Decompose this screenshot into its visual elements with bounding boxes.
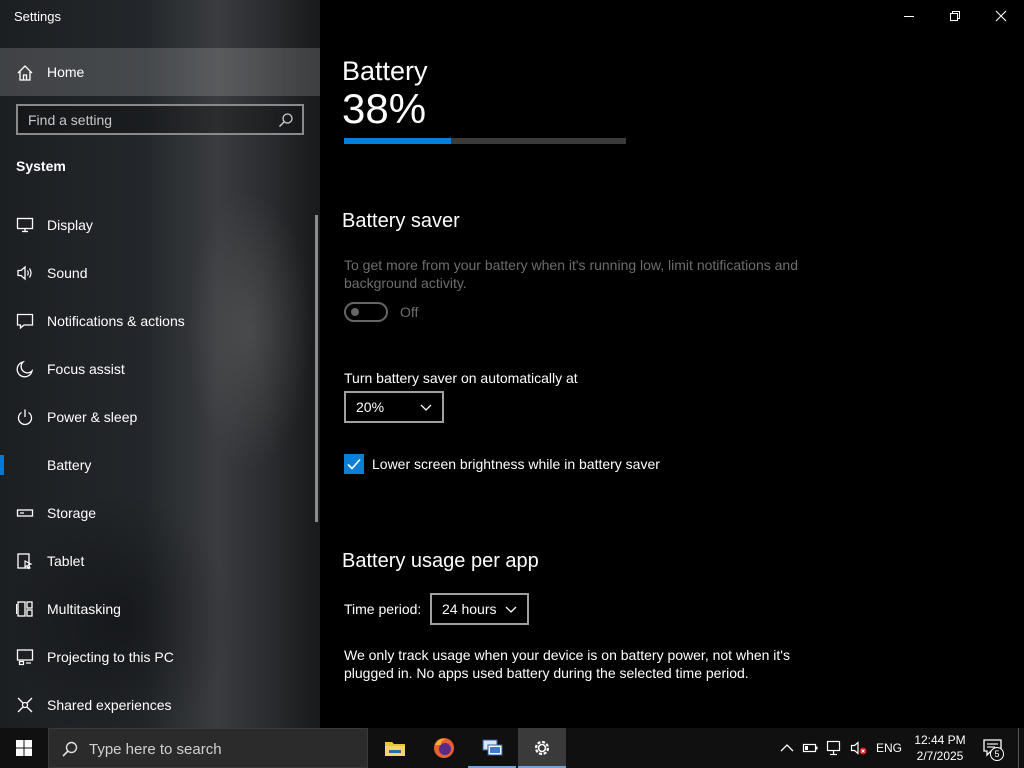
multitasking-icon	[16, 601, 33, 617]
volume-muted-icon[interactable]	[850, 739, 868, 757]
sidebar-item-label: Notifications & actions	[47, 313, 185, 329]
auto-saver-label: Turn battery saver on automatically at	[344, 370, 578, 386]
network-icon[interactable]	[826, 739, 844, 757]
sidebar-item-battery[interactable]: Battery	[0, 441, 316, 489]
selection-indicator	[0, 455, 4, 475]
sidebar-item-label: Tablet	[47, 553, 85, 569]
firefox-icon	[434, 738, 454, 758]
sidebar-item-multitasking[interactable]: Multitasking	[0, 585, 316, 633]
start-button[interactable]	[0, 728, 48, 768]
focus-assist-icon	[16, 360, 34, 378]
battery-usage-heading: Battery usage per app	[342, 550, 539, 572]
taskbar-settings[interactable]	[518, 728, 566, 768]
taskbar-firefox[interactable]	[420, 728, 468, 768]
home-label: Home	[47, 64, 85, 80]
dropdown-value: 24 hours	[442, 601, 497, 617]
battery-percent: 38%	[342, 85, 427, 132]
sound-icon	[17, 265, 32, 281]
sidebar-nav: Display Sound Notifications & actions Fo…	[0, 201, 316, 728]
sidebar-item-label: Display	[47, 217, 93, 233]
sidebar: Settings Home System Display	[0, 0, 320, 728]
battery-level-bar	[344, 138, 626, 144]
home-icon	[17, 65, 33, 81]
restore-icon	[950, 11, 960, 21]
app-title: Settings	[14, 9, 61, 24]
shared-experiences-icon	[17, 697, 33, 713]
display-icon	[16, 217, 34, 233]
chevron-down-icon	[505, 606, 517, 613]
windows-logo-icon	[16, 740, 32, 756]
chevron-down-icon	[420, 404, 432, 411]
projecting-icon	[16, 649, 34, 666]
storage-icon	[16, 509, 34, 517]
sidebar-item-storage[interactable]: Storage	[0, 489, 316, 537]
close-button[interactable]	[978, 0, 1024, 32]
sidebar-item-label: Shared experiences	[47, 697, 172, 713]
sidebar-item-label: Battery	[47, 457, 92, 473]
minimize-button[interactable]	[886, 0, 932, 32]
battery-plugged-icon[interactable]	[802, 739, 820, 757]
lower-brightness-checkbox[interactable]	[344, 454, 364, 474]
taskbar-file-explorer[interactable]	[371, 728, 419, 768]
toggle-state-label: Off	[400, 304, 419, 320]
sidebar-item-notifications[interactable]: Notifications & actions	[0, 297, 316, 345]
sidebar-item-label: Sound	[47, 265, 88, 281]
tablet-icon	[17, 553, 33, 570]
sidebar-item-label: Projecting to this PC	[47, 649, 174, 665]
battery-saver-description: To get more from your battery when it's …	[344, 257, 798, 291]
sidebar-item-label: Multitasking	[47, 601, 121, 617]
sidebar-item-display[interactable]: Display	[0, 201, 316, 249]
search-icon	[62, 741, 78, 757]
taskbar-search-placeholder: Type here to search	[89, 741, 222, 758]
clock-date: 2/7/2025	[916, 749, 964, 763]
language-indicator[interactable]: ENG	[876, 741, 902, 755]
find-setting-box[interactable]	[16, 104, 304, 135]
sidebar-item-power-sleep[interactable]: Power & sleep	[0, 393, 316, 441]
page-title: Battery	[342, 56, 428, 86]
main-content: Battery 38% Battery saver To get more fr…	[320, 0, 1024, 728]
notification-count-badge: 5	[990, 747, 1004, 761]
chevron-up-icon[interactable]	[778, 739, 796, 757]
battery-level-fill	[344, 138, 452, 144]
action-center-button[interactable]: 5	[982, 738, 1006, 761]
toggle-knob	[351, 308, 359, 316]
search-icon[interactable]	[278, 112, 294, 128]
close-icon	[995, 10, 1007, 22]
show-desktop-button[interactable]	[1018, 728, 1024, 768]
lower-brightness-label[interactable]: Lower screen brightness while in battery…	[372, 456, 660, 472]
notifications-icon	[16, 313, 34, 330]
sidebar-item-sound[interactable]: Sound	[0, 249, 316, 297]
file-explorer-icon	[385, 742, 405, 756]
power-icon	[17, 409, 33, 426]
sidebar-item-label: Power & sleep	[47, 409, 138, 425]
sidebar-item-tablet[interactable]: Tablet	[0, 537, 316, 585]
taskbar-search-box[interactable]: Type here to search	[48, 728, 368, 768]
settings-icon	[534, 740, 550, 756]
sidebar-item-focus-assist[interactable]: Focus assist	[0, 345, 316, 393]
auto-saver-threshold-dropdown[interactable]: 20%	[344, 391, 444, 423]
sidebar-item-label: Focus assist	[47, 361, 125, 377]
time-period-dropdown[interactable]: 24 hours	[430, 593, 529, 625]
sidebar-item-home[interactable]: Home	[0, 48, 320, 96]
checkmark-icon	[347, 458, 361, 470]
usage-description: We only track usage when your device is …	[344, 647, 790, 681]
sidebar-item-projecting[interactable]: Projecting to this PC	[0, 633, 316, 681]
restore-button[interactable]	[932, 0, 978, 32]
section-heading: System	[16, 158, 66, 174]
sidebar-item-shared-experiences[interactable]: Shared experiences	[0, 681, 316, 728]
battery-saver-heading: Battery saver	[342, 210, 460, 232]
time-period-label: Time period:	[344, 601, 422, 617]
taskbar: Type here to search ENG 12:44 PM 2/7/202…	[0, 728, 1024, 768]
clock[interactable]: 12:44 PM 2/7/2025	[905, 732, 975, 764]
dropdown-value: 20%	[356, 399, 385, 415]
minimize-icon	[904, 16, 914, 17]
find-setting-input[interactable]	[18, 106, 278, 133]
network-app-icon	[482, 739, 503, 756]
taskbar-network-app[interactable]	[468, 728, 516, 768]
sidebar-item-label: Storage	[47, 505, 97, 521]
sidebar-scrollbar[interactable]	[315, 215, 318, 522]
battery-saver-toggle[interactable]	[344, 302, 388, 322]
clock-time: 12:44 PM	[914, 733, 966, 747]
